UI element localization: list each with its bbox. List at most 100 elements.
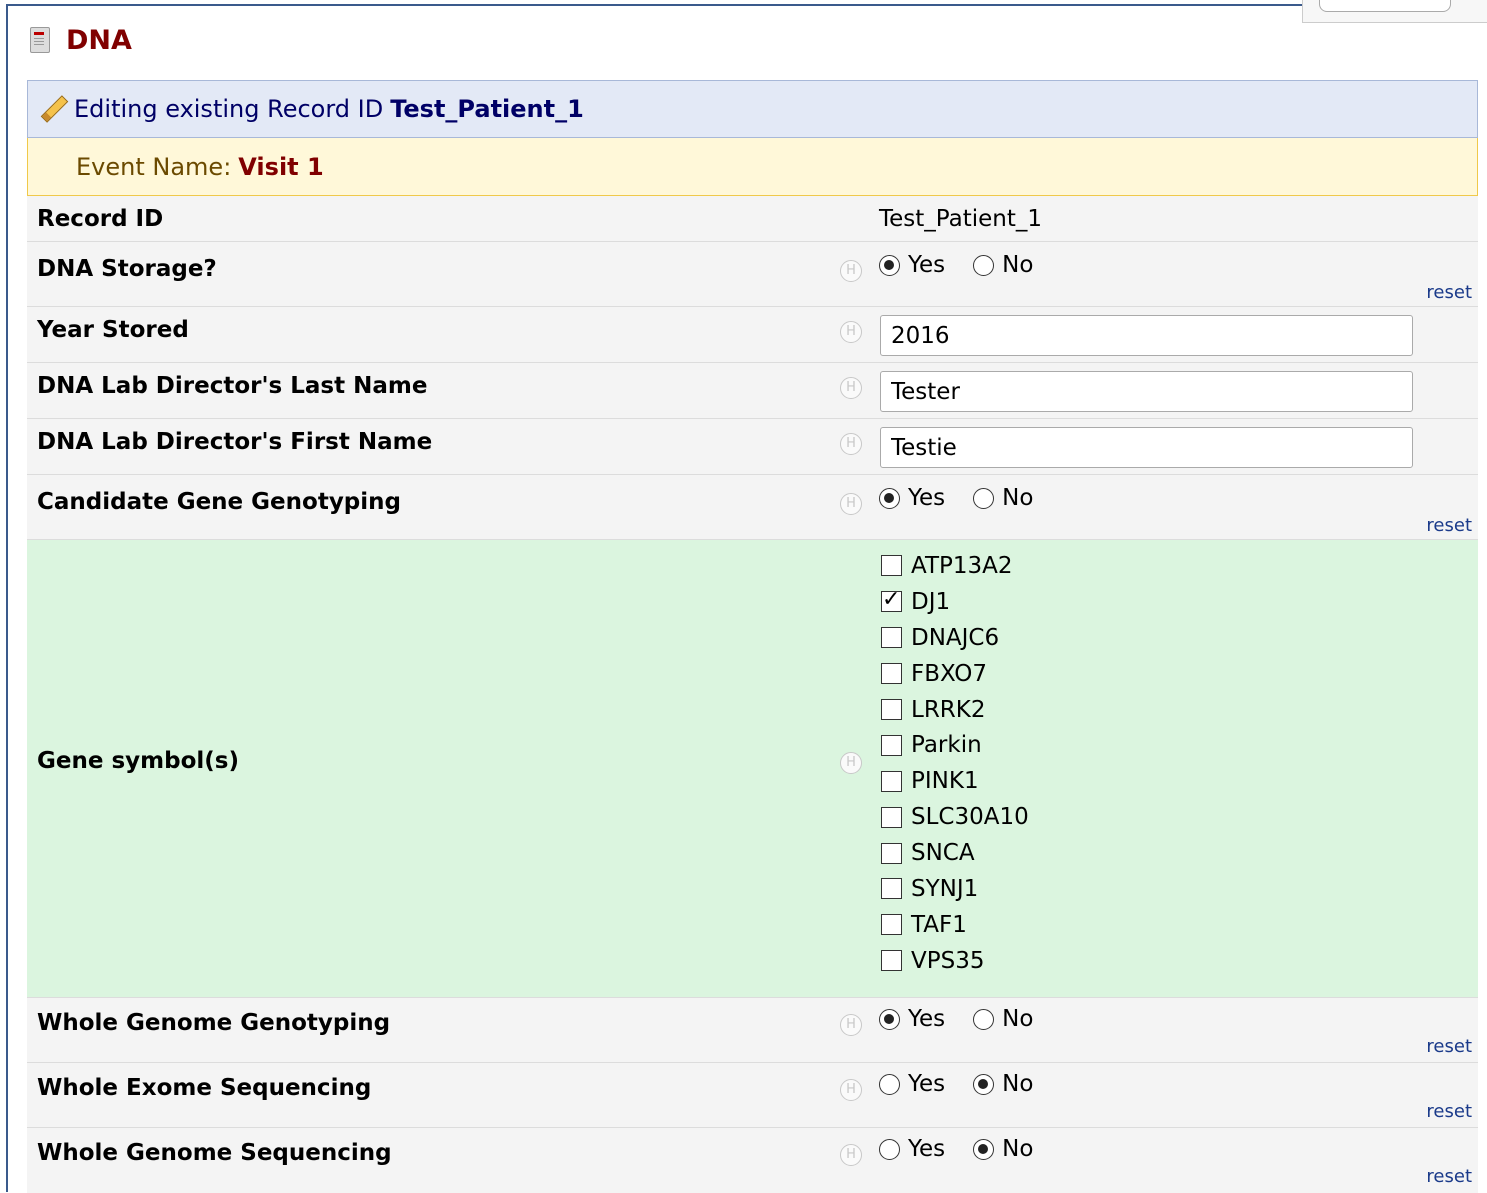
help-icon[interactable]: H	[840, 1079, 862, 1101]
radio-label: No	[1002, 252, 1034, 278]
radio-option-no[interactable]: No	[973, 1071, 1033, 1097]
help-icon[interactable]: H	[840, 1014, 862, 1036]
form-title-text: DNA	[66, 24, 132, 56]
edit-record-id: Test_Patient_1	[390, 95, 584, 123]
radio-button[interactable]	[973, 1073, 995, 1095]
radio-label: No	[1002, 1136, 1034, 1162]
edit-record-banner: Editing existing Record ID Test_Patient_…	[27, 80, 1478, 138]
checkbox-label: ATP13A2	[911, 552, 1013, 579]
checkbox-label: FBXO7	[911, 660, 988, 687]
radio-label: Yes	[908, 252, 946, 278]
checkbox[interactable]	[881, 950, 902, 972]
checkbox[interactable]	[881, 663, 902, 685]
window-frame-top	[6, 4, 1302, 6]
row-dna-storage: DNA Storage? H Yes No reset	[27, 242, 1478, 307]
field-label: DNA Lab Director's Last Name	[37, 373, 428, 399]
radio-button[interactable]	[879, 487, 900, 509]
field-label: DNA Lab Director's First Name	[37, 429, 433, 455]
radio-button[interactable]	[973, 1008, 995, 1030]
radio-option-yes[interactable]: Yes	[879, 1136, 945, 1162]
checkbox-label: Parkin	[911, 732, 982, 759]
radio-option-no[interactable]: No	[973, 1136, 1033, 1162]
radio-button[interactable]	[973, 487, 995, 509]
radio-button[interactable]	[879, 254, 900, 276]
checkbox[interactable]	[881, 806, 902, 828]
checkbox[interactable]	[881, 555, 902, 577]
field-label: DNA Storage?	[37, 256, 217, 282]
form-title: DNA	[30, 22, 132, 58]
checkbox[interactable]	[881, 587, 902, 613]
help-icon[interactable]: H	[840, 1144, 862, 1166]
window-frame-left	[6, 6, 8, 1192]
director-first-name-input[interactable]	[880, 427, 1413, 468]
reset-link[interactable]: reset	[1426, 282, 1472, 303]
checkbox[interactable]	[881, 878, 902, 900]
radio-option-yes[interactable]: Yes	[879, 252, 945, 278]
row-record-id: Record ID Test_Patient_1	[27, 196, 1478, 242]
radio-label: Yes	[908, 1136, 946, 1162]
gene-checkbox-option[interactable]: FBXO7	[881, 656, 1029, 692]
radio-button[interactable]	[973, 254, 995, 276]
radio-option-no[interactable]: No	[973, 485, 1033, 511]
help-icon[interactable]: H	[840, 260, 862, 282]
top-right-pill[interactable]	[1319, 0, 1451, 12]
radio-option-no[interactable]: No	[973, 1006, 1033, 1032]
radio-option-yes[interactable]: Yes	[879, 1006, 945, 1032]
top-right-control[interactable]	[1302, 0, 1487, 23]
record-id-value: Test_Patient_1	[879, 206, 1043, 232]
whole-genome-genotyping-radio-group: Yes No	[879, 1006, 1061, 1032]
radio-button[interactable]	[879, 1008, 900, 1030]
reset-link[interactable]: reset	[1426, 1166, 1472, 1187]
reset-link[interactable]: reset	[1426, 1036, 1472, 1057]
radio-label: No	[1002, 1071, 1034, 1097]
checkbox-label: SLC30A10	[911, 804, 1029, 831]
gene-checkbox-option[interactable]: VPS35	[881, 943, 1029, 979]
radio-label: Yes	[908, 485, 946, 511]
gene-checkbox-option[interactable]: SYNJ1	[881, 871, 1029, 907]
row-gene-symbols: Gene symbol(s) H ATP13A2 DJ1 DNAJC6 FBXO7 LR…	[27, 540, 1478, 998]
gene-checkbox-option[interactable]: LRRK2	[881, 692, 1029, 728]
help-icon[interactable]: H	[840, 493, 862, 515]
help-icon[interactable]: H	[840, 433, 862, 455]
field-label: Whole Exome Sequencing	[37, 1075, 372, 1101]
checkbox[interactable]	[881, 770, 902, 792]
radio-option-yes[interactable]: Yes	[879, 1071, 945, 1097]
gene-checkbox-option[interactable]: DJ1	[881, 584, 1029, 620]
reset-link[interactable]: reset	[1426, 515, 1472, 536]
row-director-last-name: DNA Lab Director's Last Name H	[27, 363, 1478, 419]
radio-button[interactable]	[879, 1073, 900, 1095]
field-label: Candidate Gene Genotyping	[37, 489, 401, 515]
help-icon[interactable]: H	[840, 321, 862, 343]
checkbox[interactable]	[881, 627, 902, 649]
help-icon[interactable]: H	[840, 752, 862, 774]
year-stored-input[interactable]	[880, 315, 1413, 356]
checkbox[interactable]	[881, 914, 902, 936]
form-icon	[30, 27, 50, 53]
gene-checkbox-option[interactable]: DNAJC6	[881, 620, 1029, 656]
checkbox[interactable]	[881, 842, 902, 864]
radio-label: No	[1002, 485, 1034, 511]
gene-checkbox-option[interactable]: Parkin	[881, 727, 1029, 763]
help-icon[interactable]: H	[840, 377, 862, 399]
gene-checkbox-option[interactable]: TAF1	[881, 907, 1029, 943]
radio-button[interactable]	[973, 1138, 995, 1160]
checkbox[interactable]	[881, 699, 902, 720]
row-whole-exome-sequencing: Whole Exome Sequencing H Yes No reset	[27, 1063, 1478, 1128]
radio-label: Yes	[908, 1006, 946, 1032]
checkbox[interactable]	[881, 734, 902, 756]
gene-checkbox-option[interactable]: SLC30A10	[881, 799, 1029, 835]
director-last-name-input[interactable]	[880, 371, 1413, 412]
radio-option-yes[interactable]: Yes	[879, 485, 945, 511]
gene-checkbox-option[interactable]: ATP13A2	[881, 548, 1029, 584]
radio-button[interactable]	[879, 1138, 900, 1160]
checkbox-label: PINK1	[911, 768, 979, 795]
reset-link[interactable]: reset	[1426, 1101, 1472, 1122]
checkbox-label: VPS35	[911, 947, 985, 974]
radio-option-no[interactable]: No	[973, 252, 1033, 278]
field-label: Record ID	[37, 206, 164, 232]
gene-checkbox-option[interactable]: PINK1	[881, 763, 1029, 799]
radio-label: No	[1002, 1006, 1034, 1032]
whole-genome-sequencing-radio-group: Yes No	[879, 1136, 1061, 1162]
gene-checkbox-option[interactable]: SNCA	[881, 835, 1029, 871]
form-table: Editing existing Record ID Test_Patient_…	[27, 80, 1478, 1193]
